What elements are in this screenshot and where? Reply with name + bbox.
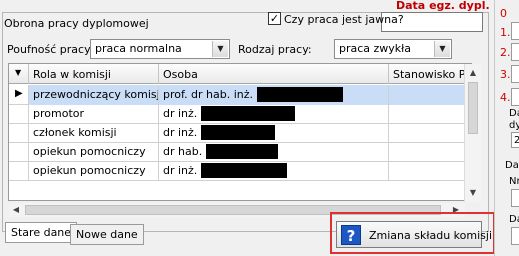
row-pointer-icon: ▶ <box>9 85 29 105</box>
col-header-position[interactable]: Stanowisko PŁ <box>389 64 471 84</box>
confidentiality-label: Poufność pracy: <box>7 43 94 56</box>
cell-role[interactable]: członek komisji <box>29 123 159 143</box>
right-label-nr: Nr <box>509 176 519 187</box>
col-header-role[interactable]: Rola w komisji <box>29 64 159 84</box>
cell-position[interactable] <box>389 85 471 105</box>
scroll-up-icon[interactable]: ▲ <box>466 66 480 80</box>
person-title: dr inż. <box>163 164 198 177</box>
cell-role[interactable]: opiekun pomocniczy <box>29 161 159 181</box>
cell-role[interactable]: opiekun pomocniczy <box>29 142 159 162</box>
cell-position[interactable] <box>389 104 471 124</box>
chevron-down-icon[interactable]: ▼ <box>434 41 450 57</box>
person-title: dr hab. <box>163 145 203 158</box>
right-field-5-value: 2 <box>514 135 519 146</box>
right-label-dar: Dar <box>505 160 519 171</box>
sort-arrow-icon[interactable]: ▼ <box>9 64 29 84</box>
group-title: Obrona pracy dyplomowej <box>4 17 149 30</box>
confidentiality-select[interactable]: praca normalna ▼ <box>90 39 230 59</box>
scroll-left-icon[interactable]: ◀ <box>9 203 23 217</box>
tab-nowe-dane[interactable]: Nowe dane <box>70 224 144 245</box>
right-num-2: 2. <box>500 46 511 59</box>
thesis-type-value: praca zwykła <box>339 42 412 55</box>
redacted-name <box>200 106 295 121</box>
redacted-name <box>256 87 343 102</box>
cell-position[interactable] <box>389 161 471 181</box>
table-row[interactable]: ▶ przewodniczący komisji prof. dr hab. i… <box>9 85 471 105</box>
right-field-6[interactable] <box>511 189 519 207</box>
tab-stare-dane[interactable]: Stare dane <box>5 222 78 243</box>
redacted-name <box>200 125 275 140</box>
table-row[interactable]: opiekun pomocniczy dr inż. <box>9 161 471 181</box>
change-committee-button[interactable]: ? Zmiana składu komisji <box>336 221 492 248</box>
person-title: dr inż. <box>163 107 198 120</box>
chevron-down-icon[interactable]: ▼ <box>212 41 228 57</box>
right-field-5[interactable]: 2 <box>511 132 519 148</box>
grid-header: ▼ Rola w komisji Osoba Stanowisko PŁ <box>9 64 471 84</box>
change-committee-label: Zmiana składu komisji <box>369 229 492 242</box>
vertical-scrollbar[interactable]: ▲ ▼ <box>464 64 481 202</box>
right-field-1[interactable] <box>511 22 519 40</box>
person-title: prof. dr hab. inż. <box>163 88 254 101</box>
cell-position[interactable] <box>389 123 471 143</box>
cell-person[interactable]: prof. dr hab. inż. <box>159 85 389 105</box>
cell-role[interactable]: promotor <box>29 104 159 124</box>
thesis-type-label: Rodzaj pracy: <box>238 43 312 56</box>
committee-grid[interactable]: ▼ Rola w komisji Osoba Stanowisko PŁ ▶ p… <box>8 63 472 201</box>
scroll-thumb[interactable] <box>468 82 478 134</box>
right-label-dy: dy <box>509 120 519 131</box>
right-label-da: Da <box>509 108 519 119</box>
right-num-0: 0 <box>500 7 507 20</box>
right-field-4[interactable] <box>511 88 519 106</box>
exam-date-title: Data egz. dypl. <box>396 0 490 12</box>
right-field-2[interactable] <box>511 43 519 61</box>
cell-person[interactable]: dr inż. <box>159 123 389 143</box>
col-header-person[interactable]: Osoba <box>159 64 389 84</box>
right-field-7[interactable] <box>511 227 519 245</box>
thesis-type-select[interactable]: praca zwykła ▼ <box>334 39 452 59</box>
cell-person[interactable]: dr inż. <box>159 104 389 124</box>
help-icon: ? <box>341 225 361 245</box>
cell-role[interactable]: przewodniczący komisji <box>29 85 159 105</box>
table-row[interactable]: opiekun pomocniczy dr hab. <box>9 142 471 162</box>
cell-person[interactable]: dr inż. <box>159 161 389 181</box>
public-thesis-checkbox[interactable]: ✓ <box>268 12 281 25</box>
person-title: dr inż. <box>163 126 198 139</box>
row-indicator <box>9 142 29 162</box>
public-thesis-label: Czy praca jest jawna? <box>284 13 404 26</box>
row-indicator <box>9 104 29 124</box>
row-indicator <box>9 161 29 181</box>
right-num-1: 1. <box>500 26 511 39</box>
table-row[interactable]: promotor dr inż. <box>9 104 471 124</box>
scroll-down-icon[interactable]: ▼ <box>466 186 480 200</box>
redacted-name <box>200 163 287 178</box>
redacted-name <box>205 144 278 159</box>
right-num-3: 3. <box>500 68 511 81</box>
right-num-4: 4. <box>500 91 511 104</box>
confidentiality-value: praca normalna <box>95 42 182 55</box>
cell-person[interactable]: dr hab. <box>159 142 389 162</box>
row-indicator <box>9 123 29 143</box>
right-field-3[interactable] <box>511 65 519 83</box>
right-label-da2: Da <box>509 214 519 225</box>
table-row[interactable]: członek komisji dr inż. <box>9 123 471 143</box>
cell-position[interactable] <box>389 142 471 162</box>
